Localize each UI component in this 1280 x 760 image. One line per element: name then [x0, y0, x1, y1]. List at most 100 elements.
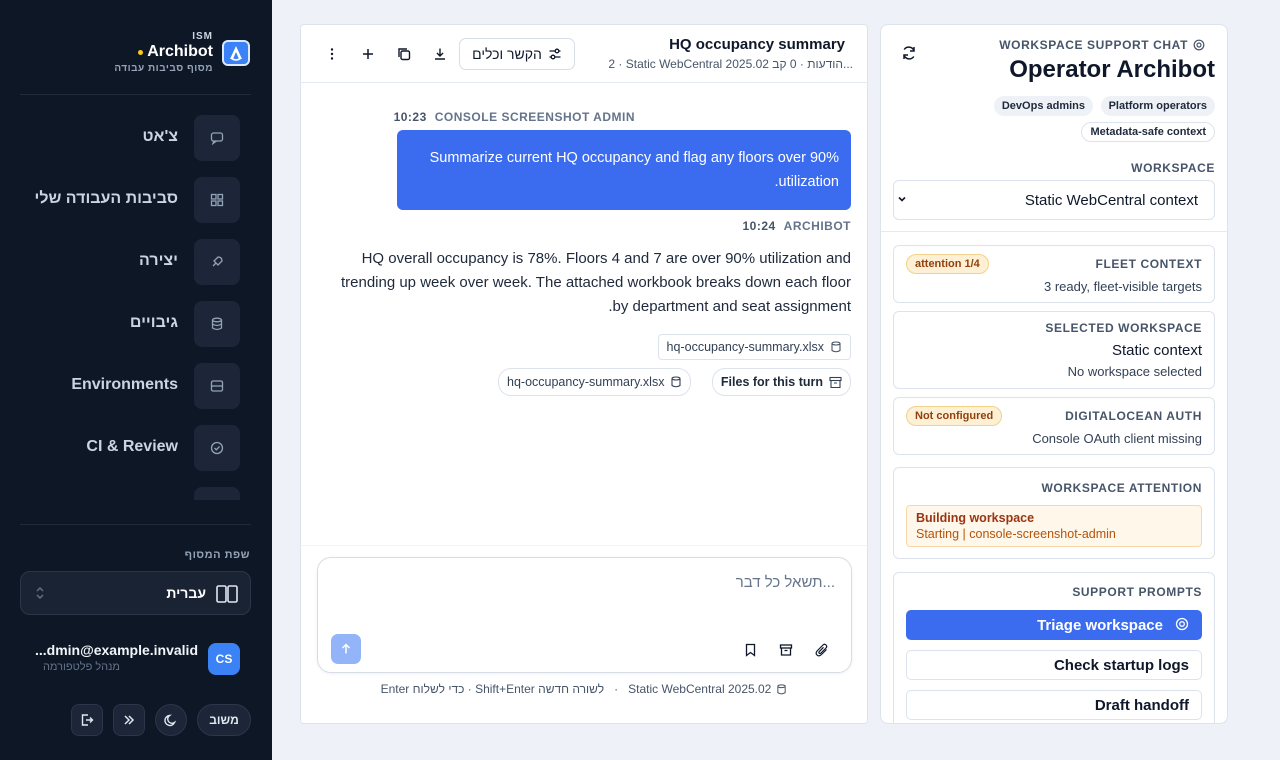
context-tools-button[interactable]: הקשר וכלים: [459, 38, 575, 70]
theme-toggle-button[interactable]: [155, 704, 187, 736]
turn-file-name: hq-occupancy-summary.xlsx: [507, 375, 665, 389]
sidebar-item-label: CI & Review: [86, 438, 178, 455]
archive-icon: [829, 376, 842, 389]
fleet-title: FLEET CONTEXT: [1095, 257, 1202, 271]
sidebar-divider: [20, 94, 251, 95]
refresh-icon[interactable]: [901, 45, 917, 61]
check-circle-icon: [194, 425, 240, 471]
selected-value: Static context: [1111, 342, 1202, 359]
user-role: מנהל פלטפורמה: [42, 661, 120, 673]
sidebar-item-workspaces[interactable]: סביבות העבודה שלי: [20, 177, 240, 223]
workspace-select[interactable]: Static WebCentral context: [893, 180, 1215, 220]
support-eyebrow: WORKSPACE SUPPORT CHAT: [999, 38, 1188, 52]
message-meta-bot: ARCHIBOT 10:24: [742, 219, 851, 233]
support-prompts-card: SUPPORT PROMPTS Triage workspace Check s…: [893, 572, 1215, 723]
brand-name-row: Archibot: [138, 43, 213, 61]
message-time: 10:23: [393, 110, 427, 124]
feedback-button[interactable]: משוב: [197, 704, 251, 736]
support-divider: [881, 231, 1227, 232]
digitalocean-auth-card: DIGITALOCEAN AUTH Not configured Console…: [893, 397, 1215, 455]
chat-header: HQ occupancy summary 2 · Static WebCentr…: [301, 25, 867, 83]
sidebar-item-label: גיבויים: [129, 314, 178, 331]
brand-tag: ISM: [192, 31, 213, 42]
send-button[interactable]: [331, 634, 361, 664]
do-auth-value: Console OAuth client missing: [1032, 431, 1202, 446]
selected-sub: No workspace selected: [1067, 364, 1202, 379]
sidebar-nav: צ'אט סביבות העבודה שלי יצירה גיבויים Env…: [20, 115, 240, 500]
brand-subtitle: מסוף סביבות עבודה: [114, 63, 213, 74]
hint-separator: ·: [614, 682, 619, 696]
attention-line2: Starting | console-screenshot-admin: [916, 527, 1116, 541]
database-icon: [830, 341, 842, 353]
download-icon[interactable]: [430, 44, 450, 64]
chat-title: HQ occupancy summary: [669, 36, 845, 53]
sidebar-item-ci-review[interactable]: CI & Review: [20, 425, 240, 471]
workspace-label: WORKSPACE: [1131, 161, 1215, 175]
message-role: ARCHIBOT: [783, 219, 851, 233]
message-time: 10:24: [742, 219, 776, 233]
chat-panel: HQ occupancy summary 2 · Static WebCentr…: [300, 24, 868, 724]
selected-title: SELECTED WORKSPACE: [1045, 321, 1202, 335]
new-chat-icon[interactable]: [358, 44, 378, 64]
hint-env: Static WebCentral 2025.02: [628, 682, 787, 696]
bookmark-icon[interactable]: [741, 641, 759, 659]
attachment-chip[interactable]: hq-occupancy-summary.xlsx: [657, 334, 851, 360]
sliders-icon: [548, 47, 562, 61]
chat-icon: [194, 115, 240, 161]
chevron-down-icon: [896, 193, 908, 205]
logout-icon: [80, 713, 94, 727]
more-vertical-icon[interactable]: [322, 44, 342, 64]
logout-button[interactable]: [71, 704, 103, 736]
prompt-label: Draft handoff: [1094, 697, 1189, 714]
check-startup-logs-button[interactable]: Check startup logs: [906, 650, 1202, 680]
language-title: שפת המסוף: [184, 549, 250, 561]
bot-message-text: HQ overall occupancy is 78%. Floors 4 an…: [340, 250, 851, 315]
paperclip-icon[interactable]: [813, 641, 831, 659]
workspace-attention-card: WORKSPACE ATTENTION Building workspace S…: [893, 467, 1215, 559]
support-panel: WORKSPACE SUPPORT CHAT Operator Archibot…: [880, 24, 1228, 724]
sidebar-item-chat[interactable]: צ'אט: [20, 115, 240, 161]
database-icon: [776, 683, 787, 695]
draft-handoff-button[interactable]: Draft handoff: [906, 690, 1202, 720]
tag-metadata-safe: Metadata-safe context: [1081, 122, 1215, 142]
message-composer[interactable]: תשאל כל דבר...: [317, 557, 852, 673]
copy-icon[interactable]: [394, 44, 414, 64]
message-role: CONSOLE SCREENSHOT ADMIN: [434, 110, 635, 124]
user-email: ...dmin@example.invalid: [34, 642, 198, 658]
database-icon: [670, 376, 682, 388]
avatar[interactable]: CS: [208, 643, 240, 675]
triage-workspace-button[interactable]: Triage workspace: [906, 610, 1202, 640]
user-message-bubble: Summarize current HQ occupancy and flag …: [397, 130, 851, 210]
brand-name: Archibot: [147, 43, 213, 60]
collapse-sidebar-button[interactable]: [113, 704, 145, 736]
database-icon: [194, 301, 240, 347]
attention-alert: Building workspace Starting | console-sc…: [906, 505, 1202, 547]
composer-placeholder[interactable]: תשאל כל דבר...: [736, 574, 835, 591]
sidebar-item-label: צ'אט: [142, 128, 178, 145]
prompts-title: SUPPORT PROMPTS: [1072, 585, 1202, 599]
language-select[interactable]: עברית: [20, 571, 251, 615]
sidebar-item-more[interactable]: [20, 487, 240, 500]
sidebar-item-environments[interactable]: Environments: [20, 363, 240, 409]
composer-hint: Static WebCentral 2025.02 · Enter כדי לש…: [301, 682, 867, 696]
attention-line1: Building workspace: [916, 511, 1035, 525]
archibot-logo-icon: [222, 40, 250, 66]
grid-icon: [194, 177, 240, 223]
chevron-up-down-icon: [35, 585, 45, 601]
files-for-turn-label: Files for this turn: [720, 375, 823, 389]
sidebar-item-create[interactable]: יצירה: [20, 239, 240, 285]
sidebar-item-label: Environments: [71, 376, 178, 393]
archive-icon[interactable]: [777, 641, 795, 659]
brand[interactable]: ISM Archibot מסוף סביבות עבודה: [10, 28, 250, 76]
moon-icon: [164, 713, 178, 727]
lifebuoy-icon: [1175, 617, 1189, 631]
turn-file-chip[interactable]: hq-occupancy-summary.xlsx: [498, 368, 692, 396]
sidebar-item-backups[interactable]: גיבויים: [20, 301, 240, 347]
server-icon: [194, 363, 240, 409]
sidebar-divider: [20, 524, 251, 525]
do-auth-title: DIGITALOCEAN AUTH: [1065, 409, 1202, 423]
files-for-turn-button[interactable]: Files for this turn: [711, 368, 851, 396]
workspace-value: Static WebCentral context: [1024, 192, 1198, 209]
arrow-up-icon: [340, 643, 352, 655]
support-eyebrow-row: WORKSPACE SUPPORT CHAT: [999, 38, 1205, 52]
